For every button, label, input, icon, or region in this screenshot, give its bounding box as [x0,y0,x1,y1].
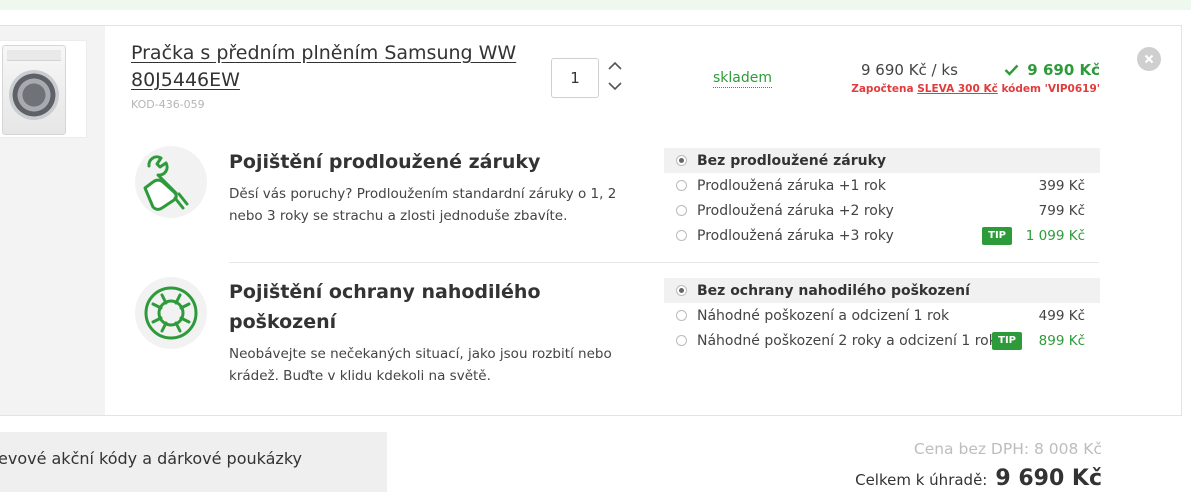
radio-button[interactable] [676,285,687,296]
discount-link[interactable]: SLEVA 300 Kč [917,83,998,95]
option-label: Prodloužená záruka +3 roky [697,227,894,244]
quantity-decrease-icon[interactable] [607,79,623,93]
option-price: 499 Kč [1038,307,1085,324]
product-title-link[interactable]: Pračka s předním plněním Samsung WW 80J5… [131,40,521,94]
card-left-strip [0,26,105,415]
discount-note: Započtena SLEVA 300 Kč kódem 'VIP0619' [851,83,1100,95]
grand-total: Celkem k úhradě: 9 690 Kč [855,466,1102,491]
promo-codes-toggle[interactable]: evové akční kódy a dárkové poukázky [0,432,387,492]
price-without-vat: Cena bez DPH: 8 008 Kč [913,440,1102,458]
damage-option-2-years[interactable]: Náhodné poškození 2 roky a odcizení 1 ro… [664,328,1100,353]
option-label: Bez ochrany nahodilého poškození [697,282,970,299]
washer-control-panel [7,50,61,61]
warranty-option-1-year[interactable]: Prodloužená záruka +1 rok 399 Kč [664,173,1100,198]
option-label: Náhodné poškození a odcizení 1 rok [697,307,950,324]
washer-door [9,70,59,120]
option-label: Prodloužená záruka +1 rok [697,177,886,194]
radio-button[interactable] [676,310,687,321]
warranty-options: Bez prodloužené záruky Prodloužená záruk… [664,148,1100,248]
damage-option-none[interactable]: Bez ochrany nahodilého poškození [664,278,1100,303]
product-code: KOD-436-059 [131,98,205,111]
option-price: 799 Kč [1038,202,1085,219]
unit-price: 9 690 Kč / ks [861,61,958,79]
total-price-value: 9 690 Kč [1027,61,1100,79]
radio-button[interactable] [676,180,687,191]
option-label: Náhodné poškození 2 roky a odcizení 1 ro… [697,332,997,349]
stock-status-link[interactable]: skladem [713,69,773,88]
damage-options: Bez ochrany nahodilého poškození Náhodné… [664,278,1100,353]
product-thumbnail[interactable] [0,40,87,138]
grand-total-value: 9 690 Kč [995,466,1102,491]
quantity-input[interactable]: 1 [551,58,599,98]
option-label: Bez prodloužené záruky [697,152,887,169]
discount-prefix: Započtena [851,83,918,95]
warranty-option-3-years[interactable]: Prodloužená záruka +3 roky TIP 1 099 Kč [664,223,1100,248]
warranty-option-2-years[interactable]: Prodloužená záruka +2 roky 799 Kč [664,198,1100,223]
option-price: 399 Kč [1038,177,1085,194]
option-price: 899 Kč [1038,332,1085,349]
radio-button[interactable] [676,335,687,346]
tip-badge: TIP [982,226,1012,245]
radio-button[interactable] [676,230,687,241]
remove-item-button[interactable] [1137,47,1161,71]
checkmark-icon [1004,64,1019,76]
cart-item-card: Pračka s předním plněním Samsung WW 80J5… [0,25,1182,416]
lifebuoy-icon [135,277,207,349]
warranty-option-none[interactable]: Bez prodloužené záruky [664,148,1100,173]
warranty-description: Děsí vás poruchy? Prodloužením standardn… [229,186,617,224]
tip-badge: TIP [992,331,1022,350]
radio-button[interactable] [676,205,687,216]
total-price: 9 690 Kč [1004,61,1100,79]
radio-button[interactable] [676,155,687,166]
top-band [0,0,1191,10]
close-icon [1144,54,1154,64]
washing-machine-image [2,45,66,135]
option-label: Prodloužená záruka +2 roky [697,202,894,219]
damage-option-1-year[interactable]: Náhodné poškození a odcizení 1 rok 499 K… [664,303,1100,328]
grand-total-label: Celkem k úhradě: [855,471,988,489]
promo-codes-label: evové akční kódy a dárkové poukázky [0,449,302,468]
warranty-title: Pojištění prodloužené záruky [229,151,541,173]
discount-suffix: kódem 'VIP0619' [997,83,1100,95]
wrench-hand-icon [135,146,207,218]
section-divider [229,262,1099,263]
damage-title: Pojištění ochrany nahodilého poškození [229,281,541,333]
option-price: 1 099 Kč [1025,227,1085,244]
quantity-increase-icon[interactable] [607,59,623,73]
damage-description: Neobávejte se nečekaných situací, jako j… [229,346,612,384]
